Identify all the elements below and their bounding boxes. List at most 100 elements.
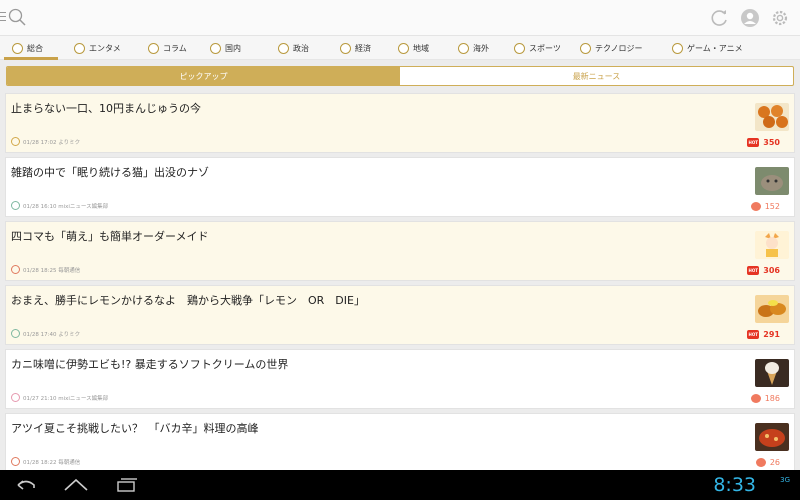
news-meta-text: 01/27 21:10 mixiニュース編集部 [23, 395, 109, 402]
tab-label: コラム [163, 43, 187, 53]
comment-count-value: 306 [763, 266, 780, 275]
news-meta: 01/28 17:02 よりミク [11, 137, 80, 146]
hot-badge-icon: HOT [747, 138, 760, 147]
soft-serve-thumbnail [755, 359, 789, 387]
tab-label: スポーツ [529, 43, 561, 53]
hot-badge-icon: HOT [747, 330, 760, 339]
comment-count-value: 350 [763, 138, 780, 147]
news-title: カニ味噌に伊勢エビも!? 暴走するソフトクリームの世界 [11, 358, 289, 371]
menu-icon [0, 12, 6, 24]
profile-avatar-icon[interactable] [740, 8, 760, 28]
news-meta: 01/27 21:10 mixiニュース編集部 [11, 393, 108, 402]
source-icon [11, 393, 20, 402]
news-card[interactable]: カニ味噌に伊勢エビも!? 暴走するソフトクリームの世界 01/27 21:10 … [5, 349, 795, 409]
column-icon [148, 42, 159, 54]
comment-count-value: 291 [763, 330, 780, 339]
news-feed: 止まらない一口、10円まんじゅうの今 01/28 17:02 よりミク HOT … [5, 93, 795, 470]
news-card[interactable]: 止まらない一口、10円まんじゅうの今 01/28 17:02 よりミク HOT … [5, 93, 795, 153]
domestic-icon [210, 42, 221, 54]
comment-count-value: 186 [764, 394, 780, 403]
tab-game-anime[interactable]: ゲーム・アニメ [662, 36, 752, 60]
refresh-icon[interactable] [710, 8, 730, 28]
status-clock: 8:33 [713, 474, 756, 496]
recent-apps-icon[interactable] [114, 476, 138, 494]
source-icon [11, 201, 20, 210]
comment-count: HOT 350 [747, 138, 780, 147]
source-icon [11, 137, 20, 146]
back-icon[interactable] [14, 476, 38, 494]
game-icon [672, 42, 683, 54]
tab-overseas[interactable]: 海外 [446, 36, 502, 60]
news-meta-text: 01/28 18:22 毎朝通信 [23, 459, 81, 466]
news-meta: 01/28 17:40 よりミク [11, 329, 80, 338]
tab-general[interactable]: 総合 [0, 36, 58, 60]
news-title: 止まらない一口、10円まんじゅうの今 [11, 102, 201, 115]
tab-politics[interactable]: 政治 [268, 36, 328, 60]
region-icon [398, 42, 409, 54]
category-tab-bar: 総合 エンタメ コラム 国内 政治 経済 地域 海外 スポーツ テクノロジー ゲ… [0, 36, 800, 60]
news-meta: 01/28 18:25 毎朝通信 [11, 265, 80, 274]
news-meta-text: 01/28 17:02 よりミク [23, 139, 81, 146]
home-icon [12, 42, 23, 54]
source-icon [11, 265, 20, 274]
globe-icon [458, 42, 469, 54]
tab-label: 政治 [293, 43, 309, 53]
system-navigation-bar: 8:33 3G [0, 470, 800, 500]
comment-count: 26 [755, 458, 780, 467]
source-icon [11, 329, 20, 338]
news-meta-text: 01/28 16:10 mixiニュース編集部 [23, 203, 109, 210]
segment-latest-news[interactable]: 最新ニュース [400, 67, 793, 85]
comment-bubble-icon [750, 202, 761, 211]
news-meta: 01/28 18:22 毎朝通信 [11, 457, 80, 466]
tab-technology[interactable]: テクノロジー [566, 36, 662, 60]
comment-count-value: 26 [769, 458, 780, 467]
hot-badge-icon: HOT [747, 266, 760, 275]
spicy-food-thumbnail [755, 423, 789, 451]
economy-icon [340, 42, 351, 54]
top-action-bar [0, 0, 800, 36]
source-icon [11, 457, 20, 466]
tab-label: 経済 [355, 43, 371, 53]
app-root: 総合 エンタメ コラム 国内 政治 経済 地域 海外 スポーツ テクノロジー ゲ… [0, 0, 800, 500]
signal-indicator: 3G [780, 476, 790, 484]
menu-search-button[interactable] [0, 8, 28, 28]
news-meta: 01/28 16:10 mixiニュース編集部 [11, 201, 108, 210]
comment-bubble-icon [750, 394, 761, 403]
tab-column[interactable]: コラム [132, 36, 198, 60]
fried-chicken-thumbnail [755, 295, 789, 323]
news-meta-text: 01/28 18:25 毎朝通信 [23, 267, 81, 274]
technology-icon [580, 42, 591, 54]
segment-pickup[interactable]: ピックアップ [7, 67, 400, 85]
news-title: 四コマも「萌え」も簡単オーダーメイド [11, 230, 209, 243]
comment-count-value: 152 [764, 202, 780, 211]
comment-count: HOT 291 [747, 330, 780, 339]
tab-label: 海外 [473, 43, 489, 53]
settings-gear-icon[interactable] [770, 8, 790, 28]
tab-region[interactable]: 地域 [388, 36, 446, 60]
tab-entertainment[interactable]: エンタメ [58, 36, 132, 60]
tab-sports[interactable]: スポーツ [502, 36, 566, 60]
news-card[interactable]: アツイ夏こそ挑戦したい？ 「バカ辛」料理の高峰 01/28 18:22 毎朝通信… [5, 413, 795, 470]
news-title: アツイ夏こそ挑戦したい？ 「バカ辛」料理の高峰 [11, 422, 259, 435]
tab-economy[interactable]: 経済 [328, 36, 388, 60]
comment-count: 186 [750, 394, 780, 403]
search-icon [8, 8, 26, 26]
tab-label: テクノロジー [595, 43, 643, 53]
comment-bubble-icon [755, 458, 766, 467]
comment-count: 152 [750, 202, 780, 211]
news-card[interactable]: 雑踏の中で「眠り続ける猫」出没のナゾ 01/28 16:10 mixiニュース編… [5, 157, 795, 217]
tab-label: 国内 [225, 43, 241, 53]
tab-domestic[interactable]: 国内 [198, 36, 268, 60]
anime-girl-thumbnail [755, 231, 789, 259]
manju-thumbnail [755, 103, 789, 131]
tab-label: 総合 [27, 43, 43, 53]
tab-label: エンタメ [89, 43, 121, 53]
sports-icon [514, 42, 525, 54]
home-button-icon[interactable] [63, 476, 89, 494]
tab-label: ゲーム・アニメ [687, 43, 743, 53]
tab-label: 地域 [413, 43, 429, 53]
politics-icon [278, 42, 289, 54]
news-card[interactable]: 四コマも「萌え」も簡単オーダーメイド 01/28 18:25 毎朝通信 HOT … [5, 221, 795, 281]
news-card[interactable]: おまえ、勝手にレモンかけるなよ 鶏から大戦争「レモン OR DIE」 01/28… [5, 285, 795, 345]
comment-count: HOT 306 [747, 266, 780, 275]
